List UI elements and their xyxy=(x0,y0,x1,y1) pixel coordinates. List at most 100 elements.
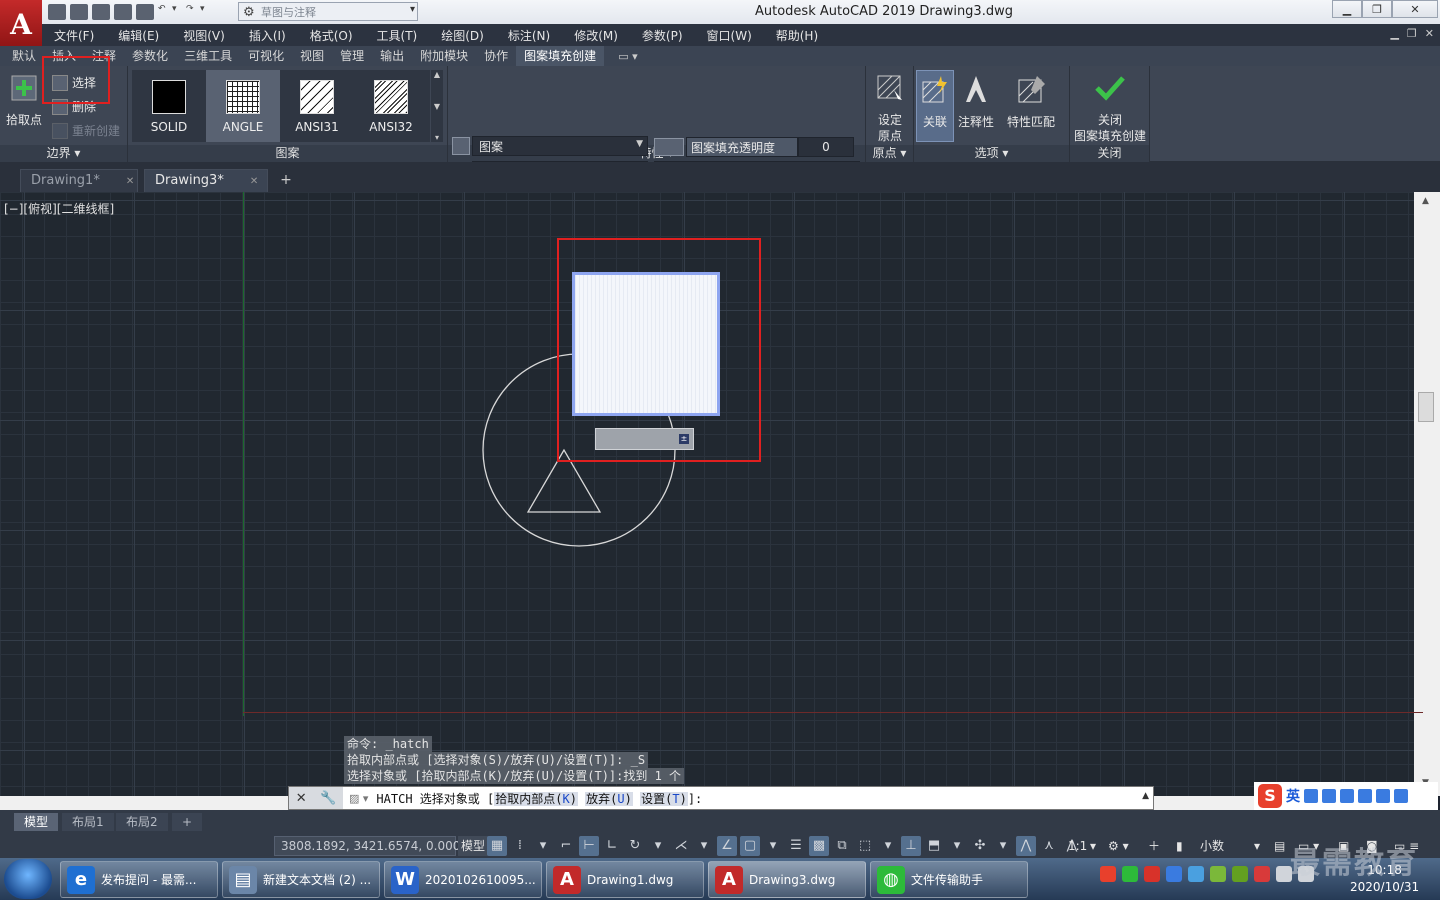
option-settings[interactable]: 设置(T) xyxy=(640,791,688,806)
user-icon[interactable] xyxy=(1358,789,1372,803)
security-tray-icon[interactable] xyxy=(1144,866,1160,882)
tab-parametric[interactable]: 参数化 xyxy=(124,46,176,66)
hatch-type-dropdown[interactable]: 图案 ▼ xyxy=(472,136,648,156)
layout-tab-layout2[interactable]: 布局2 xyxy=(116,813,168,831)
redo-dropdown-icon[interactable]: ▾ xyxy=(200,4,210,20)
recreate-boundary-button[interactable]: 重新创建 xyxy=(52,122,120,139)
scroll-down-icon[interactable]: ▼ xyxy=(434,102,440,111)
pick-point-button[interactable]: 拾取点 xyxy=(4,72,44,128)
taskbar-item-word[interactable]: W 2020102610095... xyxy=(384,861,542,898)
taskbar-item-wechat[interactable]: ◍ 文件传输助手 xyxy=(870,861,1028,898)
option-undo[interactable]: 放弃(U) xyxy=(585,791,633,806)
layout-tab-model[interactable]: 模型 xyxy=(14,813,59,831)
coordinate-readout[interactable]: 3808.1892, 3421.6574, 0.0000 xyxy=(274,836,468,856)
save-icon[interactable] xyxy=(92,4,110,20)
dropdown-icon[interactable]: ▾ xyxy=(947,836,967,856)
keyboard-icon[interactable] xyxy=(1340,789,1354,803)
transparency-icon[interactable]: ▩ xyxy=(809,836,829,856)
menu-file[interactable]: 文件(F) xyxy=(42,27,106,44)
taskbar-item-drawing3[interactable]: A Drawing3.dwg xyxy=(708,861,866,898)
pattern-ansi31[interactable]: ANSI31 xyxy=(280,70,354,142)
pattern-gallery-scroll[interactable]: ▲ ▼ ▾ xyxy=(431,70,443,142)
quick-properties-icon[interactable]: ▤ xyxy=(1274,836,1285,856)
plus-icon[interactable]: ＋ xyxy=(1148,836,1160,856)
origin-panel-label[interactable]: 原点 ▾ xyxy=(866,145,913,162)
pattern-angle[interactable]: ANGLE xyxy=(206,70,280,142)
set-origin-button[interactable]: 设定 原点 xyxy=(870,72,910,144)
dropdown-icon[interactable]: ▾ xyxy=(694,836,714,856)
menu-format[interactable]: 格式(O) xyxy=(298,27,365,44)
pattern-solid[interactable]: SOLID xyxy=(132,70,206,142)
undo-dropdown-icon[interactable]: ▾ xyxy=(172,4,182,20)
dropdown-icon[interactable]: ▾ xyxy=(763,836,783,856)
ime-mode[interactable]: 英 xyxy=(1286,786,1300,806)
selection-cycling-icon[interactable]: ⧉ xyxy=(832,836,852,856)
grid-icon[interactable]: ▦ xyxy=(487,836,507,856)
print-icon[interactable] xyxy=(136,4,154,20)
cube-tray-icon[interactable] xyxy=(1188,866,1204,882)
transparency-icon[interactable] xyxy=(654,138,684,156)
redo-icon[interactable]: ↷ xyxy=(186,4,196,20)
dropdown-icon[interactable]: ▾ xyxy=(1090,836,1096,856)
doc-minimize-button[interactable]: ▁ xyxy=(1390,27,1398,40)
selection-filter-icon[interactable]: ⬒ xyxy=(924,836,944,856)
taskbar-item-ie[interactable]: e 发布提问 - 最需... xyxy=(60,861,218,898)
close-icon[interactable]: ✕ xyxy=(296,791,307,806)
menu-edit[interactable]: 编辑(E) xyxy=(106,27,171,44)
annotative-button[interactable]: 注释性 xyxy=(956,74,996,130)
open-file-icon[interactable] xyxy=(70,4,88,20)
tab-output[interactable]: 输出 xyxy=(372,46,412,66)
workspace-dropdown[interactable]: ⚙ 草图与注释 ▾ xyxy=(238,2,418,21)
application-menu-button[interactable]: A xyxy=(0,0,42,48)
associative-button[interactable]: 关联 xyxy=(916,74,954,130)
tab-3d-tools[interactable]: 三维工具 xyxy=(176,46,240,66)
gallery-expand-icon[interactable]: ▾ xyxy=(435,133,439,142)
file-tab-drawing1[interactable]: Drawing1* ✕ xyxy=(20,169,138,192)
doc-restore-button[interactable]: ❐ xyxy=(1407,27,1417,40)
dropdown-icon[interactable]: ▾ xyxy=(1254,836,1260,856)
close-icon[interactable]: ✕ xyxy=(126,176,134,187)
tab-manage[interactable]: 管理 xyxy=(332,46,372,66)
dynamic-input-icon[interactable]: ⊢ xyxy=(579,836,599,856)
command-line[interactable]: ✕ 🔧 ▨ ▾ HATCH 选择对象或 [拾取内部点(K) 放弃(U) 设置(T… xyxy=(288,786,1154,810)
pattern-ansi32[interactable]: ANSI32 xyxy=(354,70,428,142)
ribbon-minimize-toggle[interactable]: ▭ ▾ xyxy=(604,50,637,63)
menu-parametric[interactable]: 参数(P) xyxy=(630,27,695,44)
menu-tools[interactable]: 工具(T) xyxy=(365,27,430,44)
annotation-visibility-icon[interactable]: ⋀ xyxy=(1016,836,1036,856)
menu-draw[interactable]: 绘图(D) xyxy=(429,27,496,44)
close-hatch-creation-button[interactable]: 关闭 图案填充创建 xyxy=(1072,72,1148,144)
dropdown-icon[interactable]: ▾ xyxy=(993,836,1013,856)
close-button[interactable]: ✕ xyxy=(1392,0,1438,18)
punctuation-icon[interactable] xyxy=(1322,789,1336,803)
shield-tray-icon[interactable] xyxy=(1166,866,1182,882)
units-dropdown[interactable]: 小数 xyxy=(1200,836,1224,856)
tab-default[interactable]: 默认 xyxy=(4,46,44,66)
transparency-slider[interactable]: 图案填充透明度 xyxy=(686,137,798,157)
scroll-up-icon[interactable]: ▲ xyxy=(434,70,440,79)
skin-icon[interactable] xyxy=(1376,789,1390,803)
app-tray-icon[interactable] xyxy=(1210,866,1226,882)
doc-close-button[interactable]: ✕ xyxy=(1425,27,1434,40)
tools-icon[interactable] xyxy=(1394,789,1408,803)
wrench-icon[interactable]: 🔧 xyxy=(320,791,336,806)
menu-window[interactable]: 窗口(W) xyxy=(695,27,764,44)
options-panel-label[interactable]: 选项 ▾ xyxy=(914,145,1069,162)
menu-insert[interactable]: 插入(I) xyxy=(237,27,298,44)
menu-view[interactable]: 视图(V) xyxy=(171,27,237,44)
isodraft-icon[interactable]: ⋌ xyxy=(671,836,691,856)
dynamic-ucs-icon[interactable]: ⊥ xyxy=(901,836,921,856)
close-icon[interactable]: ✕ xyxy=(250,176,258,187)
new-file-icon[interactable] xyxy=(48,4,66,20)
tab-hatch-creation[interactable]: 图案填充创建 xyxy=(516,46,605,66)
match-properties-button[interactable]: 特性匹配 xyxy=(1004,74,1058,130)
hatch-command-icon[interactable]: ▨ ▾ xyxy=(349,792,368,805)
workspace-gear-icon[interactable]: ⚙ ▾ xyxy=(1108,836,1129,856)
dropdown-icon[interactable]: ▾ xyxy=(648,836,668,856)
start-button[interactable] xyxy=(4,859,52,899)
taskbar-item-notepad[interactable]: ▤ 新建文本文档 (2) ... xyxy=(222,861,380,898)
wechat-tray-icon[interactable] xyxy=(1122,866,1138,882)
add-layout-button[interactable]: + xyxy=(172,813,203,831)
layout-tab-layout1[interactable]: 布局1 xyxy=(62,813,114,831)
nvidia-tray-icon[interactable] xyxy=(1232,866,1248,882)
